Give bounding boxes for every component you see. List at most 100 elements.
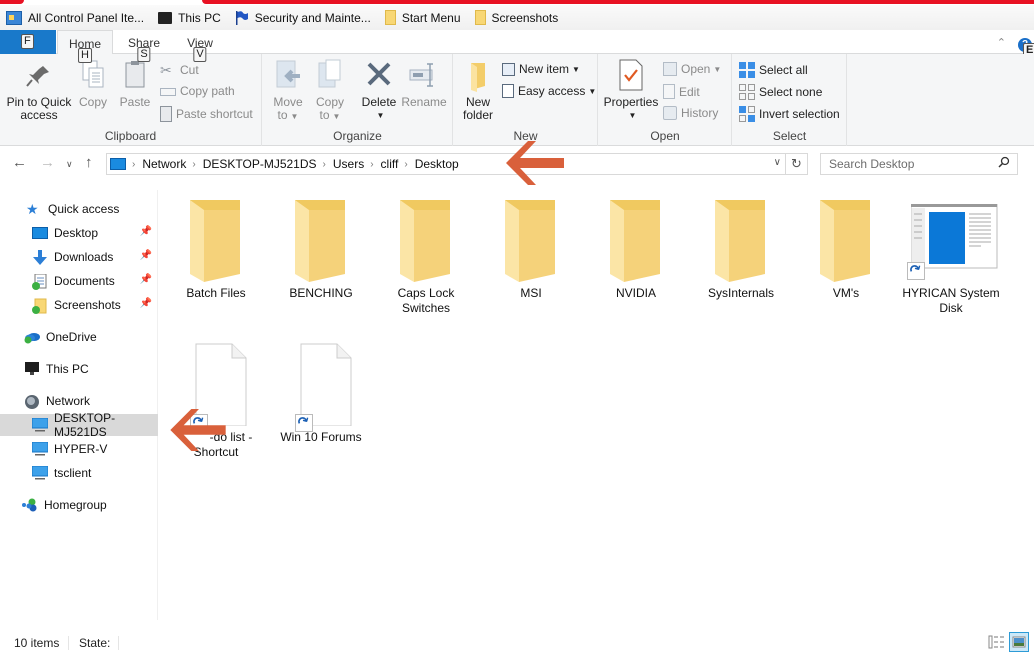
breadcrumb-separator[interactable]: ›: [132, 159, 135, 170]
details-view-icon[interactable]: [987, 632, 1007, 652]
status-divider: [68, 636, 69, 650]
sidebar-item-homegroup[interactable]: Homegroup: [0, 494, 158, 516]
recent-locations-chevron-icon[interactable]: ∨: [66, 159, 73, 170]
tab-view[interactable]: View V: [182, 30, 218, 62]
sidebar-item-onedrive[interactable]: OneDrive: [0, 326, 158, 348]
collapse-ribbon-icon[interactable]: ⌃: [997, 36, 1006, 49]
button-label: Paste: [119, 95, 151, 109]
copy-path-button[interactable]: Copy path: [160, 84, 235, 98]
sidebar-item-downloads[interactable]: Downloads 📌: [0, 246, 158, 268]
pin-icon[interactable]: 📌: [140, 250, 152, 261]
back-arrow-icon[interactable]: ←: [12, 154, 27, 171]
tab-share[interactable]: Share S: [122, 30, 166, 62]
breadcrumb-separator[interactable]: ›: [404, 159, 407, 170]
sidebar-item-tsclient[interactable]: tsclient: [0, 462, 158, 484]
sidebar-item-hyper-v[interactable]: HYPER-V: [0, 438, 158, 460]
button-label: Copy path: [180, 84, 235, 98]
dropdown-arrow-icon: ▼: [628, 111, 637, 120]
button-label: New item: [519, 62, 570, 76]
breadcrumb-desktop[interactable]: Desktop: [415, 157, 459, 171]
edit-button[interactable]: Edit: [663, 84, 700, 99]
favorite-screenshots[interactable]: Screenshots: [474, 10, 558, 25]
sidebar-item-documents[interactable]: Documents 📌: [0, 270, 158, 292]
sidebar-item-quick-access[interactable]: ★ Quick access: [0, 198, 158, 220]
button-label: to ▼: [319, 108, 341, 122]
paste-button[interactable]: Paste: [116, 58, 154, 109]
file-item-label: SysInternals: [707, 286, 775, 300]
invert-selection-button[interactable]: Invert selection: [739, 106, 840, 122]
favorite-control-panel[interactable]: All Control Panel Ite...: [6, 10, 144, 25]
breadcrumb-separator[interactable]: ›: [192, 159, 195, 170]
copy-button[interactable]: Copy: [76, 58, 110, 109]
sidebar-item-screenshots[interactable]: Screenshots 📌: [0, 294, 158, 316]
address-dropdown-icon[interactable]: ∨: [774, 157, 781, 168]
rename-button[interactable]: Rename: [401, 58, 447, 109]
paste-icon: [121, 58, 149, 92]
new-item-button[interactable]: New item ▼: [502, 62, 580, 76]
group-label: Clipboard: [104, 129, 157, 143]
favorite-start-menu[interactable]: Start Menu: [384, 10, 461, 25]
favorite-security-maintenance[interactable]: Security and Mainte...: [235, 10, 371, 25]
breadcrumb-users[interactable]: Users: [333, 157, 364, 171]
folder-icon: [503, 198, 559, 282]
breadcrumb-desktop-mj521ds[interactable]: DESKTOP-MJ521DS: [203, 157, 317, 171]
large-icons-view-icon[interactable]: [1009, 632, 1029, 652]
dropdown-arrow-icon: ▼: [376, 111, 385, 120]
address-bar[interactable]: › Network › DESKTOP-MJ521DS › Users › cl…: [106, 153, 808, 175]
file-item[interactable]: HYRICAN System Disk: [901, 190, 1001, 316]
history-button[interactable]: History: [663, 106, 718, 120]
favorites-bar: All Control Panel Ite... This PC Securit…: [0, 5, 1034, 30]
pin-to-quick-access-button[interactable]: Pin to Quick access: [4, 58, 74, 122]
file-item[interactable]: Win 10 Forums: [271, 342, 371, 445]
refresh-icon[interactable]: ↻: [785, 154, 807, 174]
easy-access-button[interactable]: Easy access ▼: [502, 84, 596, 98]
file-item[interactable]: SysInternals: [691, 190, 791, 301]
sidebar-item-network[interactable]: Network: [0, 390, 158, 412]
sidebar-item-desktop-mj521ds[interactable]: DESKTOP-MJ521DS: [0, 411, 158, 439]
paste-shortcut-button[interactable]: Paste shortcut: [160, 106, 253, 122]
file-item[interactable]: MSI: [481, 190, 581, 301]
copy-to-button[interactable]: Copy to ▼: [313, 58, 347, 123]
pin-icon[interactable]: 📌: [140, 298, 152, 309]
this-pc-icon: [158, 11, 173, 24]
tab-home[interactable]: Home H: [57, 30, 113, 63]
cut-button[interactable]: ✂ Cut: [160, 62, 199, 78]
tab-file[interactable]: F: [0, 30, 56, 54]
file-item[interactable]: Caps Lock Switches: [376, 190, 476, 316]
favorite-this-pc[interactable]: This PC: [158, 11, 221, 25]
new-folder-button[interactable]: New folder: [460, 58, 496, 122]
properties-button[interactable]: Properties ▼: [603, 58, 659, 122]
breadcrumb-separator[interactable]: ›: [323, 159, 326, 170]
scissors-icon: ✂: [160, 62, 172, 78]
file-item[interactable]: VM's: [796, 190, 896, 301]
file-item[interactable]: NVIDIA: [586, 190, 686, 301]
breadcrumb-network[interactable]: Network: [142, 157, 186, 171]
up-arrow-icon[interactable]: ↑: [85, 154, 93, 171]
button-label: folder: [462, 108, 494, 122]
pin-icon[interactable]: 📌: [140, 274, 152, 285]
breadcrumb-cliff[interactable]: cliff: [381, 157, 399, 171]
select-none-button[interactable]: Select none: [739, 84, 822, 100]
sidebar-item-this-pc[interactable]: This PC: [0, 358, 158, 380]
folder-icon: [398, 198, 454, 282]
search-input[interactable]: Search Desktop: [820, 153, 1018, 175]
ribbon-tabs: F Home H Share S View V ⌃ ? E: [0, 30, 1034, 63]
forward-arrow-icon[interactable]: →: [40, 154, 55, 171]
select-all-button[interactable]: Select all: [739, 62, 808, 78]
sidebar-item-desktop[interactable]: Desktop 📌: [0, 222, 158, 244]
file-item[interactable]: Batch Files: [166, 190, 266, 301]
help-icon[interactable]: ? E: [1018, 38, 1034, 58]
delete-button[interactable]: Delete ▼: [359, 58, 399, 122]
breadcrumb-separator[interactable]: ›: [370, 159, 373, 170]
red-accent-right: [202, 0, 1034, 4]
move-to-button[interactable]: Move to ▼: [271, 58, 305, 123]
group-select: Select all Select none Invert selection …: [733, 54, 847, 146]
computer-icon: [31, 441, 49, 456]
computer-icon: [31, 417, 49, 432]
file-item[interactable]: BENCHING: [271, 190, 371, 301]
pin-icon[interactable]: 📌: [140, 226, 152, 237]
favorite-label: This PC: [178, 10, 221, 25]
open-button[interactable]: Open ▼: [663, 62, 721, 76]
red-accent-left: [0, 0, 24, 4]
sidebar-label: tsclient: [54, 466, 92, 480]
